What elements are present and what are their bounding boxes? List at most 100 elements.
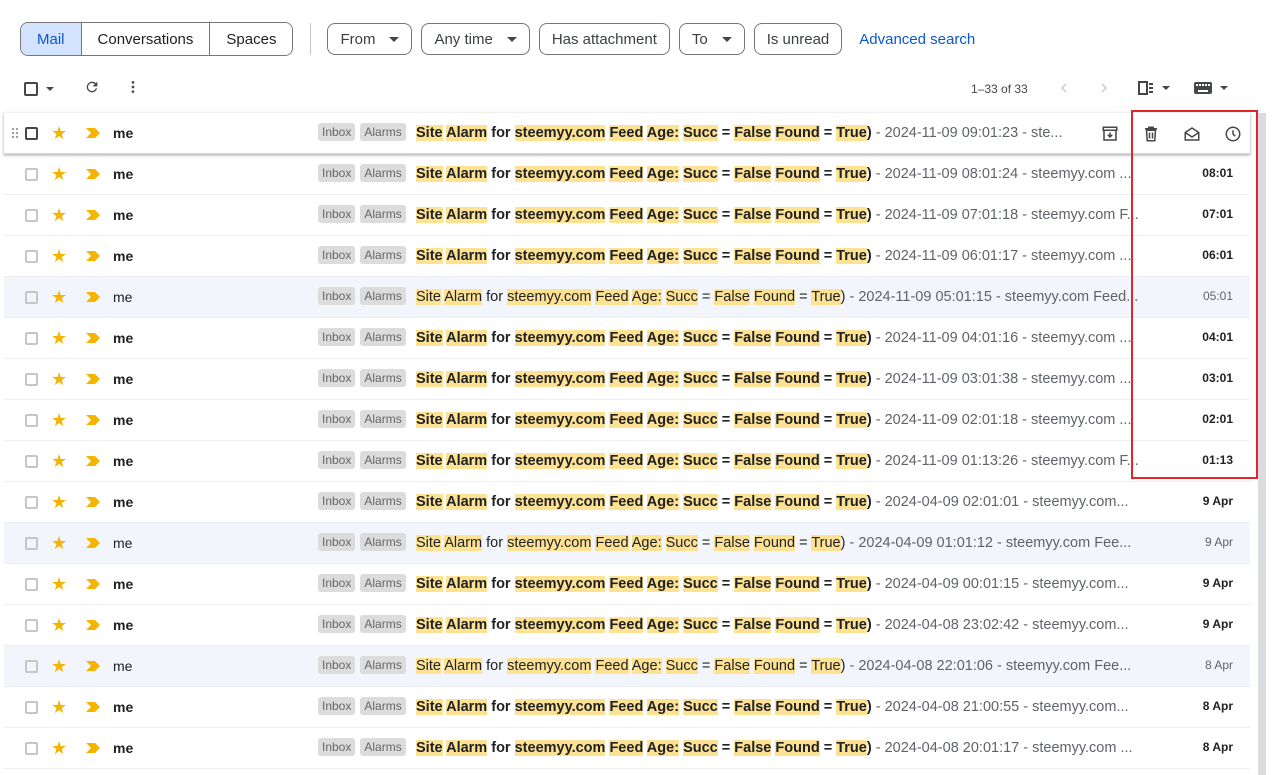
- snooze-icon[interactable]: [1212, 123, 1253, 145]
- importance-marker-icon[interactable]: [86, 497, 100, 507]
- row-checkbox[interactable]: [25, 742, 38, 755]
- importance-marker-icon[interactable]: [86, 538, 100, 548]
- label-chip-inbox[interactable]: Inbox: [318, 492, 356, 510]
- email-row[interactable]: ★ me Inbox Alarms Site Alarm for steemyy.com…: [4, 482, 1250, 523]
- label-chip-alarms[interactable]: Alarms: [360, 287, 406, 305]
- row-checkbox[interactable]: [25, 291, 38, 304]
- label-chip-alarms[interactable]: Alarms: [360, 410, 406, 428]
- star-icon[interactable]: ★: [51, 327, 67, 349]
- star-icon[interactable]: ★: [51, 204, 67, 226]
- label-chip-inbox[interactable]: Inbox: [318, 615, 356, 633]
- any-time-filter-chip[interactable]: Any time: [421, 23, 530, 55]
- row-checkbox[interactable]: [25, 496, 38, 509]
- importance-marker-icon[interactable]: [86, 251, 100, 261]
- label-chip-alarms[interactable]: Alarms: [360, 164, 406, 182]
- scrollbar[interactable]: [1258, 113, 1266, 775]
- row-checkbox[interactable]: [25, 373, 38, 386]
- label-chip-alarms[interactable]: Alarms: [360, 123, 406, 141]
- label-chip-alarms[interactable]: Alarms: [360, 656, 406, 674]
- email-row[interactable]: ★ me Inbox Alarms Site Alarm for steemyy.com…: [4, 523, 1250, 564]
- email-content[interactable]: Site Alarm for steemyy.com Feed Age: Suc…: [416, 124, 1068, 142]
- email-row[interactable]: ★ me Inbox Alarms Site Alarm for steemyy.com…: [4, 236, 1250, 277]
- row-checkbox[interactable]: [25, 250, 38, 263]
- star-icon[interactable]: ★: [51, 573, 67, 595]
- email-content[interactable]: Site Alarm for steemyy.com Feed Age: Suc…: [416, 288, 1138, 306]
- row-checkbox[interactable]: [25, 209, 38, 222]
- archive-icon[interactable]: [1089, 123, 1130, 145]
- row-checkbox[interactable]: [25, 168, 38, 181]
- email-content[interactable]: Site Alarm for steemyy.com Feed Age: Suc…: [416, 534, 1138, 552]
- label-chip-inbox[interactable]: Inbox: [318, 697, 356, 715]
- email-content[interactable]: Site Alarm for steemyy.com Feed Age: Suc…: [416, 370, 1138, 388]
- star-icon[interactable]: ★: [51, 450, 67, 472]
- label-chip-inbox[interactable]: Inbox: [318, 287, 356, 305]
- label-chip-alarms[interactable]: Alarms: [360, 328, 406, 346]
- star-icon[interactable]: ★: [51, 696, 67, 718]
- delete-icon[interactable]: [1130, 123, 1171, 145]
- row-checkbox[interactable]: [25, 332, 38, 345]
- chevron-down-icon[interactable]: [1162, 86, 1170, 90]
- advanced-search-link[interactable]: Advanced search: [859, 31, 975, 48]
- email-content[interactable]: Site Alarm for steemyy.com Feed Age: Suc…: [416, 411, 1138, 429]
- refresh-icon[interactable]: [84, 79, 100, 95]
- importance-marker-icon[interactable]: [86, 333, 100, 343]
- star-icon[interactable]: ★: [51, 737, 67, 759]
- email-row[interactable]: ★ me Inbox Alarms Site Alarm for steemyy.com…: [4, 441, 1250, 482]
- email-row[interactable]: ★ me Inbox Alarms Site Alarm for steemyy.com…: [4, 564, 1250, 605]
- label-chip-alarms[interactable]: Alarms: [360, 615, 406, 633]
- row-checkbox[interactable]: [25, 578, 38, 591]
- email-content[interactable]: Site Alarm for steemyy.com Feed Age: Suc…: [416, 165, 1138, 183]
- label-chip-inbox[interactable]: Inbox: [318, 328, 356, 346]
- star-icon[interactable]: ★: [51, 368, 67, 390]
- label-chip-alarms[interactable]: Alarms: [360, 533, 406, 551]
- email-content[interactable]: Site Alarm for steemyy.com Feed Age: Suc…: [416, 657, 1138, 675]
- email-row[interactable]: ★ me Inbox Alarms Site Alarm for steemyy.com…: [4, 318, 1250, 359]
- label-chip-inbox[interactable]: Inbox: [318, 451, 356, 469]
- row-checkbox[interactable]: [25, 660, 38, 673]
- label-chip-inbox[interactable]: Inbox: [318, 205, 356, 223]
- importance-marker-icon[interactable]: [86, 374, 100, 384]
- chevron-down-icon[interactable]: [46, 87, 54, 91]
- email-row[interactable]: ★ me Inbox Alarms Site Alarm for steemyy.com…: [4, 359, 1250, 400]
- importance-marker-icon[interactable]: [86, 210, 100, 220]
- email-content[interactable]: Site Alarm for steemyy.com Feed Age: Suc…: [416, 329, 1138, 347]
- chevron-down-icon[interactable]: [1220, 86, 1228, 90]
- email-content[interactable]: Site Alarm for steemyy.com Feed Age: Suc…: [416, 493, 1138, 511]
- star-icon[interactable]: ★: [51, 614, 67, 636]
- label-chip-alarms[interactable]: Alarms: [360, 492, 406, 510]
- label-chip-alarms[interactable]: Alarms: [360, 738, 406, 756]
- importance-marker-icon[interactable]: [86, 456, 100, 466]
- importance-marker-icon[interactable]: [86, 620, 100, 630]
- email-content[interactable]: Site Alarm for steemyy.com Feed Age: Suc…: [416, 616, 1138, 634]
- email-content[interactable]: Site Alarm for steemyy.com Feed Age: Suc…: [416, 698, 1138, 716]
- email-row[interactable]: ★ me Inbox Alarms Site Alarm for steemyy.com…: [4, 113, 1250, 154]
- has-attachment-filter-chip[interactable]: Has attachment: [538, 23, 670, 55]
- from-filter-chip[interactable]: From: [327, 23, 413, 55]
- row-checkbox[interactable]: [25, 701, 38, 714]
- star-icon[interactable]: ★: [51, 286, 67, 308]
- star-icon[interactable]: ★: [51, 491, 67, 513]
- row-checkbox[interactable]: [25, 619, 38, 632]
- email-row[interactable]: ★ me Inbox Alarms Site Alarm for steemyy.com…: [4, 154, 1250, 195]
- star-icon[interactable]: ★: [51, 409, 67, 431]
- label-chip-inbox[interactable]: Inbox: [318, 164, 356, 182]
- label-chip-inbox[interactable]: Inbox: [318, 410, 356, 428]
- importance-marker-icon[interactable]: [86, 579, 100, 589]
- email-row[interactable]: ★ me Inbox Alarms Site Alarm for steemyy.com…: [4, 605, 1250, 646]
- input-tools-toggle[interactable]: [1194, 82, 1228, 94]
- email-row[interactable]: ★ me Inbox Alarms Site Alarm for steemyy.com…: [4, 646, 1250, 687]
- tab-mail[interactable]: Mail: [21, 23, 82, 55]
- more-vert-icon[interactable]: [125, 79, 141, 95]
- tab-spaces[interactable]: Spaces: [210, 23, 293, 55]
- select-all-checkbox[interactable]: [24, 82, 38, 96]
- importance-marker-icon[interactable]: [86, 702, 100, 712]
- next-page-icon[interactable]: [1096, 80, 1112, 96]
- importance-marker-icon[interactable]: [86, 415, 100, 425]
- label-chip-inbox[interactable]: Inbox: [318, 533, 356, 551]
- star-icon[interactable]: ★: [51, 532, 67, 554]
- importance-marker-icon[interactable]: [86, 743, 100, 753]
- email-content[interactable]: Site Alarm for steemyy.com Feed Age: Suc…: [416, 206, 1138, 224]
- email-content[interactable]: Site Alarm for steemyy.com Feed Age: Suc…: [416, 247, 1138, 265]
- row-checkbox[interactable]: [25, 414, 38, 427]
- label-chip-inbox[interactable]: Inbox: [318, 738, 356, 756]
